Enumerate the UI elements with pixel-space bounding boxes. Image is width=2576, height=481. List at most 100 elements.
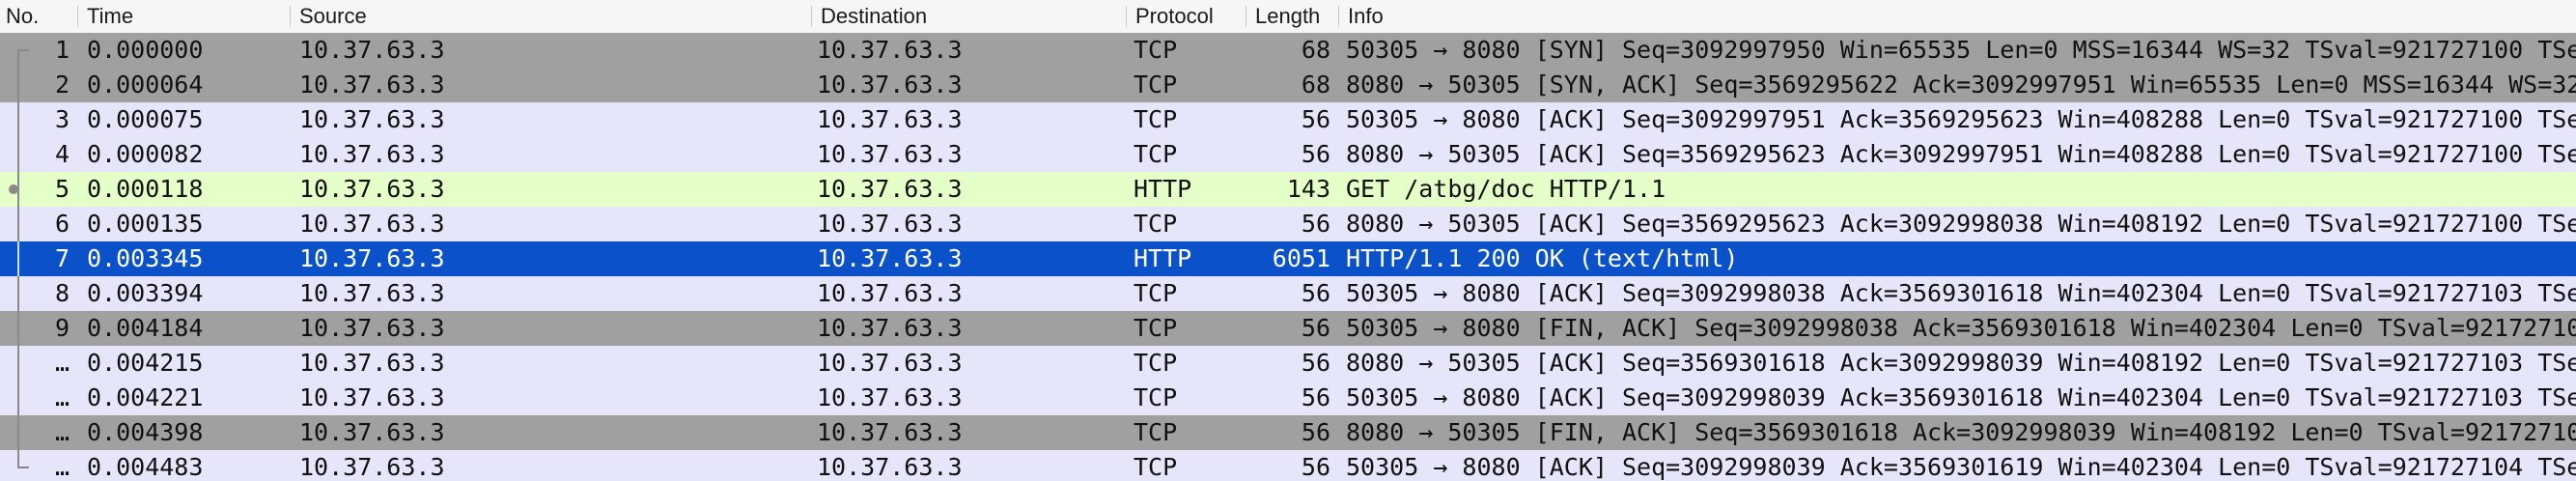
table-row[interactable]: … 0.004398 10.37.63.3 10.37.63.3 TCP 56 8080 →… <box>0 415 2576 450</box>
packet-info: 50305 → 8080 [ACK] Seq=3092998038 Ack=35… <box>1346 279 2576 307</box>
packet-number: 3 <box>54 105 70 133</box>
packet-info: 8080 → 50305 [FIN, ACK] Seq=3569301618 A… <box>1346 418 2576 446</box>
table-row[interactable]: 6 0.000135 10.37.63.3 10.37.63.3 TCP 56 8080 →… <box>0 207 2576 241</box>
packet-time: 0.000075 <box>87 105 204 133</box>
packet-number: … <box>54 349 70 377</box>
packet-length: 143 <box>1286 175 1330 203</box>
packet-destination: 10.37.63.3 <box>817 349 963 377</box>
table-row[interactable]: 8 0.003394 10.37.63.3 10.37.63.3 TCP 56 50305 … <box>0 276 2576 311</box>
packet-source: 10.37.63.3 <box>299 383 445 411</box>
packet-number: 4 <box>54 140 70 168</box>
packet-rows: 1 0.000000 10.37.63.3 10.37.63.3 TCP 68 50305 … <box>0 33 2576 481</box>
packet-info: 8080 → 50305 [ACK] Seq=3569295623 Ack=30… <box>1346 210 2576 238</box>
packet-info: GET /atbg/doc HTTP/1.1 <box>1346 175 1666 203</box>
packet-number: … <box>54 453 70 481</box>
packet-time: 0.004398 <box>87 418 204 446</box>
packet-destination: 10.37.63.3 <box>817 210 963 238</box>
column-header-time[interactable]: Time <box>81 0 286 33</box>
packet-source: 10.37.63.3 <box>299 418 445 446</box>
column-header-length[interactable]: Length <box>1249 0 1338 33</box>
packet-protocol: TCP <box>1134 383 1178 411</box>
packet-info: 50305 → 8080 [ACK] Seq=3092997951 Ack=35… <box>1346 105 2576 133</box>
packet-source: 10.37.63.3 <box>299 36 445 64</box>
packet-number: 1 <box>54 36 70 64</box>
packet-length: 56 <box>1301 453 1330 481</box>
packet-number: … <box>54 383 70 411</box>
packet-source: 10.37.63.3 <box>299 140 445 168</box>
table-row[interactable]: … 0.004221 10.37.63.3 10.37.63.3 TCP 56 50305 … <box>0 381 2576 415</box>
table-row-selected[interactable]: 7 0.003345 10.37.63.3 10.37.63.3 HTTP 6051 HTT… <box>0 241 2576 276</box>
packet-protocol: TCP <box>1134 71 1178 99</box>
packet-length: 68 <box>1301 71 1330 99</box>
packet-length: 56 <box>1301 105 1330 133</box>
packet-destination: 10.37.63.3 <box>817 175 963 203</box>
column-header-source[interactable]: Source <box>294 0 807 33</box>
packet-info: 8080 → 50305 [ACK] Seq=3569301618 Ack=30… <box>1346 349 2576 377</box>
packet-length: 56 <box>1301 383 1330 411</box>
packet-source: 10.37.63.3 <box>299 175 445 203</box>
packet-source: 10.37.63.3 <box>299 71 445 99</box>
packet-destination: 10.37.63.3 <box>817 244 963 272</box>
packet-protocol: TCP <box>1134 105 1178 133</box>
packet-time: 0.000064 <box>87 71 204 99</box>
packet-length: 56 <box>1301 314 1330 342</box>
packet-protocol: TCP <box>1134 418 1178 446</box>
table-row[interactable]: 9 0.004184 10.37.63.3 10.37.63.3 TCP 56 50305 … <box>0 311 2576 346</box>
packet-protocol: TCP <box>1134 453 1178 481</box>
packet-length: 56 <box>1301 210 1330 238</box>
table-row[interactable]: 2 0.000064 10.37.63.3 10.37.63.3 TCP 68 8080 →… <box>0 68 2576 102</box>
packet-length: 56 <box>1301 418 1330 446</box>
table-row[interactable]: … 0.004483 10.37.63.3 10.37.63.3 TCP 56 50305 … <box>0 450 2576 481</box>
packet-protocol: TCP <box>1134 36 1178 64</box>
packet-info: 50305 → 8080 [SYN] Seq=3092997950 Win=65… <box>1346 36 2576 64</box>
packet-destination: 10.37.63.3 <box>817 36 963 64</box>
column-header-protocol[interactable]: Protocol <box>1130 0 1247 33</box>
packet-protocol: TCP <box>1134 140 1178 168</box>
packet-info: 50305 → 8080 [ACK] Seq=3092998039 Ack=35… <box>1346 453 2576 481</box>
packet-destination: 10.37.63.3 <box>817 105 963 133</box>
table-row[interactable]: … 0.004215 10.37.63.3 10.37.63.3 TCP 56 8080 →… <box>0 346 2576 381</box>
packet-destination: 10.37.63.3 <box>817 383 963 411</box>
column-header-info[interactable]: Info <box>1342 0 2568 33</box>
packet-source: 10.37.63.3 <box>299 453 445 481</box>
column-divider[interactable] <box>77 6 78 27</box>
packet-protocol: TCP <box>1134 210 1178 238</box>
packet-time: 0.003345 <box>87 244 204 272</box>
packet-destination: 10.37.63.3 <box>817 279 963 307</box>
packet-protocol: TCP <box>1134 314 1178 342</box>
column-divider[interactable] <box>811 6 812 27</box>
packet-destination: 10.37.63.3 <box>817 71 963 99</box>
packet-length: 56 <box>1301 349 1330 377</box>
column-divider[interactable] <box>1126 6 1127 27</box>
table-row[interactable]: 3 0.000075 10.37.63.3 10.37.63.3 TCP 56 50305 … <box>0 102 2576 137</box>
packet-length: 56 <box>1301 279 1330 307</box>
table-row[interactable]: 1 0.000000 10.37.63.3 10.37.63.3 TCP 68 50305 … <box>0 33 2576 68</box>
packet-length: 68 <box>1301 36 1330 64</box>
column-header-no[interactable]: No. <box>0 0 77 33</box>
table-row[interactable]: 4 0.000082 10.37.63.3 10.37.63.3 TCP 56 8080 →… <box>0 137 2576 172</box>
column-divider[interactable] <box>290 6 291 27</box>
packet-length: 6051 <box>1272 244 1330 272</box>
packet-time: 0.000118 <box>87 175 204 203</box>
packet-source: 10.37.63.3 <box>299 279 445 307</box>
packet-source: 10.37.63.3 <box>299 244 445 272</box>
packet-number: 8 <box>54 279 70 307</box>
packet-time: 0.004215 <box>87 349 204 377</box>
packet-source: 10.37.63.3 <box>299 314 445 342</box>
packet-number: 5 <box>54 175 70 203</box>
table-row[interactable]: 5 0.000118 10.37.63.3 10.37.63.3 HTTP 143 GET … <box>0 172 2576 207</box>
packet-destination: 10.37.63.3 <box>817 418 963 446</box>
column-header-destination[interactable]: Destination <box>815 0 1126 33</box>
packet-protocol: HTTP <box>1134 175 1192 203</box>
packet-time: 0.000000 <box>87 36 204 64</box>
packet-destination: 10.37.63.3 <box>817 453 963 481</box>
packet-info: 8080 → 50305 [ACK] Seq=3569295623 Ack=30… <box>1346 140 2576 168</box>
column-divider[interactable] <box>1338 6 1339 27</box>
packet-time: 0.004184 <box>87 314 204 342</box>
packet-list-header: No. Time Source Destination Protocol Len… <box>0 0 2576 34</box>
packet-info: 50305 → 8080 [FIN, ACK] Seq=3092998038 A… <box>1346 314 2576 342</box>
packet-info: 50305 → 8080 [ACK] Seq=3092998039 Ack=35… <box>1346 383 2576 411</box>
packet-list[interactable]: No. Time Source Destination Protocol Len… <box>0 0 2576 481</box>
packet-time: 0.004221 <box>87 383 204 411</box>
packet-time: 0.003394 <box>87 279 204 307</box>
